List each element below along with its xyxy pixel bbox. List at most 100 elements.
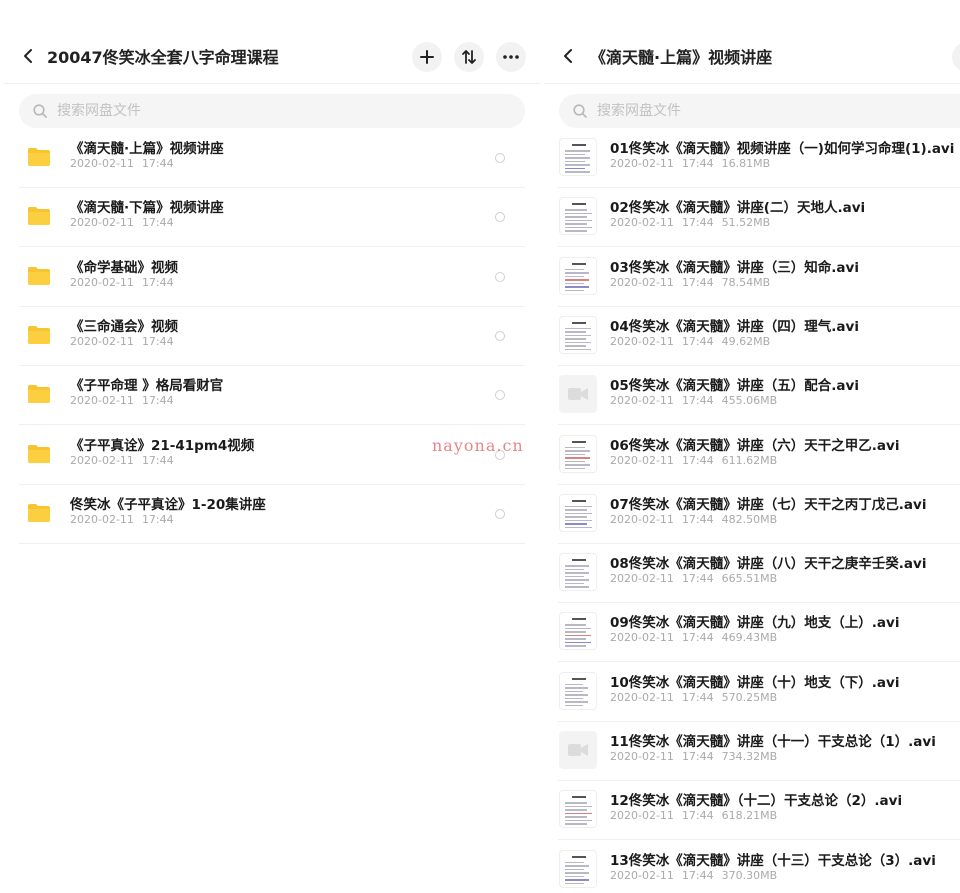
folder-icon <box>28 325 50 344</box>
file-meta: 2020-02-11 17:44 570.25MB <box>610 691 785 704</box>
file-time: 17:44 <box>681 690 714 704</box>
file-size: 482.50MB <box>721 512 778 526</box>
folder-row[interactable]: 佟笑冰《子平真诠》1-20集讲座 2020-02-11 17:44 <box>19 485 525 544</box>
file-meta: 2020-02-11 17:44 78.54MB <box>610 276 778 289</box>
file-row[interactable]: 02佟笑冰《滴天髓》讲座(二）天地人.avi 2020-02-11 17:44 51.… <box>544 188 960 248</box>
file-row[interactable]: 13佟笑冰《滴天髓》讲座（十三）干支总论（3）.avi 2020-02-11 17:… <box>544 841 960 893</box>
select-checkbox[interactable] <box>495 153 505 163</box>
folder-name: 《滴天髓·上篇》视频讲座 <box>70 141 224 157</box>
folder-row[interactable]: 《子平命理 》格局看财官 2020-02-11 17:44 <box>19 366 525 426</box>
file-row[interactable]: 06佟笑冰《滴天髓》讲座（六）天干之甲乙.avi 2020-02-11 17:44 6… <box>544 426 960 485</box>
page-title: 《滴天髓·上篇》视频讲座 <box>590 48 773 67</box>
search-input[interactable] <box>57 94 357 128</box>
file-row[interactable]: 09佟笑冰《滴天髓》讲座（九）地支（上）.avi 2020-02-11 17:44 4… <box>544 603 960 663</box>
file-meta: 2020-02-11 17:44 734.32MB <box>610 750 785 763</box>
file-time: 17:44 <box>681 157 714 170</box>
file-date: 2020-02-11 <box>610 216 674 230</box>
file-row[interactable]: 08佟笑冰《滴天髓》讲座（八）天干之庚辛壬癸.avi 2020-02-11 17:4… <box>544 544 960 604</box>
add-button[interactable] <box>952 42 960 72</box>
folder-meta: 2020-02-11 17:44 <box>70 454 182 467</box>
right-header: 《滴天髓·上篇》视频讲座 <box>544 28 960 84</box>
file-row[interactable]: 07佟笑冰《滴天髓》讲座（七）天干之丙丁戊己.avi 2020-02-11 17:4… <box>544 485 960 544</box>
file-date: 2020-02-11 <box>610 690 674 704</box>
modified-date: 2020-02-11 <box>70 512 134 526</box>
file-time: 17:44 <box>681 631 714 645</box>
folder-row[interactable]: 《滴天髓·上篇》视频讲座 2020-02-11 17:44 <box>19 129 525 188</box>
file-size: 455.06MB <box>721 394 778 408</box>
file-row[interactable]: 12佟笑冰《滴天髓》（十二）干支总论（2）.avi 2020-02-11 17:44… <box>544 781 960 841</box>
file-row[interactable]: 03佟笑冰《滴天髓》讲座（三）知命.avi 2020-02-11 17:44 78.5… <box>544 248 960 307</box>
file-name: 08佟笑冰《滴天髓》讲座（八）天干之庚辛壬癸.avi <box>610 556 927 573</box>
modified-time: 17:44 <box>141 216 174 230</box>
video-thumbnail-icon <box>559 375 597 414</box>
file-thumbnail <box>559 790 597 829</box>
plus-icon <box>420 50 434 64</box>
modified-date: 2020-02-11 <box>70 394 134 408</box>
file-name: 03佟笑冰《滴天髓》讲座（三）知命.avi <box>610 259 859 276</box>
file-date: 2020-02-11 <box>610 512 674 526</box>
file-name: 07佟笑冰《滴天髓》讲座（七）天干之丙丁戊己.avi <box>610 496 927 513</box>
file-time: 17:44 <box>681 453 714 467</box>
modified-time: 17:44 <box>141 394 174 408</box>
sort-button[interactable] <box>454 42 484 72</box>
file-size: 611.62MB <box>721 453 778 467</box>
file-time: 17:44 <box>681 216 714 230</box>
file-thumbnail <box>559 493 597 532</box>
file-name: 06佟笑冰《滴天髓》讲座（六）天干之甲乙.avi <box>610 437 900 454</box>
file-time: 17:44 <box>681 750 714 763</box>
header-divider <box>4 83 540 84</box>
folder-row[interactable]: 《三命通会》视频 2020-02-11 17:44 <box>19 307 525 366</box>
file-size: 49.62MB <box>721 334 771 348</box>
file-meta: 2020-02-11 17:44 482.50MB <box>610 513 785 526</box>
modified-time: 17:44 <box>141 453 174 467</box>
select-checkbox[interactable] <box>495 330 505 341</box>
folder-meta: 2020-02-11 17:44 <box>70 276 182 289</box>
folder-meta: 2020-02-11 17:44 <box>70 335 182 348</box>
file-date: 2020-02-11 <box>610 157 674 170</box>
back-button[interactable] <box>558 46 578 66</box>
folder-row[interactable]: 《子平真诠》21-41pm4视频 2020-02-11 17:44 <box>19 426 525 485</box>
folder-row[interactable]: 《命学基础》视频 2020-02-11 17:44 <box>19 248 525 307</box>
folder-icon <box>28 148 50 166</box>
folder-name: 《命学基础》视频 <box>70 259 178 276</box>
add-button[interactable] <box>412 42 442 72</box>
folder-meta: 2020-02-11 17:44 <box>70 216 182 229</box>
file-row[interactable]: 01佟笑冰《滴天髓》视频讲座（一)如何学习命理(1).avi 2020-02-11… <box>544 129 960 188</box>
file-thumbnail <box>559 434 597 473</box>
search-bar[interactable] <box>19 94 525 128</box>
back-button[interactable] <box>18 46 38 66</box>
video-thumbnail-icon <box>559 731 597 769</box>
folder-icon <box>28 266 50 285</box>
file-size: 618.21MB <box>721 809 778 823</box>
search-input[interactable] <box>597 94 897 128</box>
select-checkbox[interactable] <box>495 271 505 282</box>
file-name: 04佟笑冰《滴天髓》讲座（四）理气.avi <box>610 318 859 335</box>
folder-row[interactable]: 《滴天髓·下篇》视频讲座 2020-02-11 17:44 <box>19 188 525 248</box>
folder-name: 《滴天髓·下篇》视频讲座 <box>70 200 224 217</box>
file-meta: 2020-02-11 17:44 370.30MB <box>610 869 785 882</box>
file-name: 12佟笑冰《滴天髓》（十二）干支总论（2）.avi <box>610 793 903 810</box>
file-row[interactable]: 10佟笑冰《滴天髓》讲座（十）地支（下）.avi 2020-02-11 17:44 5… <box>544 663 960 722</box>
file-time: 17:44 <box>681 868 714 882</box>
select-checkbox[interactable] <box>495 212 505 223</box>
file-row[interactable]: 05佟笑冰《滴天髓》讲座（五）配合.avi 2020-02-11 17:44 455.… <box>544 366 960 426</box>
file-name: 02佟笑冰《滴天髓》讲座(二）天地人.avi <box>610 200 866 217</box>
file-row[interactable]: 11佟笑冰《滴天髓》讲座（十一）干支总论（1）.avi 2020-02-11 17:… <box>544 722 960 781</box>
modified-time: 17:44 <box>141 275 174 289</box>
more-button[interactable] <box>496 42 526 72</box>
select-checkbox[interactable] <box>495 390 505 401</box>
folder-icon <box>28 385 50 404</box>
file-size: 370.30MB <box>721 868 778 882</box>
file-size: 734.32MB <box>721 750 778 763</box>
file-row[interactable]: 04佟笑冰《滴天髓》讲座（四）理气.avi 2020-02-11 17:44 49.6… <box>544 307 960 366</box>
search-bar[interactable] <box>559 94 960 128</box>
folder-meta: 2020-02-11 17:44 <box>70 513 182 526</box>
left-header: 20047佟笑冰全套八字命理课程 <box>0 28 544 84</box>
file-date: 2020-02-11 <box>610 275 674 289</box>
select-checkbox[interactable] <box>495 508 505 519</box>
file-thumbnail <box>559 197 597 236</box>
file-size: 570.25MB <box>721 690 778 704</box>
modified-date: 2020-02-11 <box>70 216 134 230</box>
file-name: 01佟笑冰《滴天髓》视频讲座（一)如何学习命理(1).avi <box>610 141 955 157</box>
folder-icon <box>28 207 50 226</box>
